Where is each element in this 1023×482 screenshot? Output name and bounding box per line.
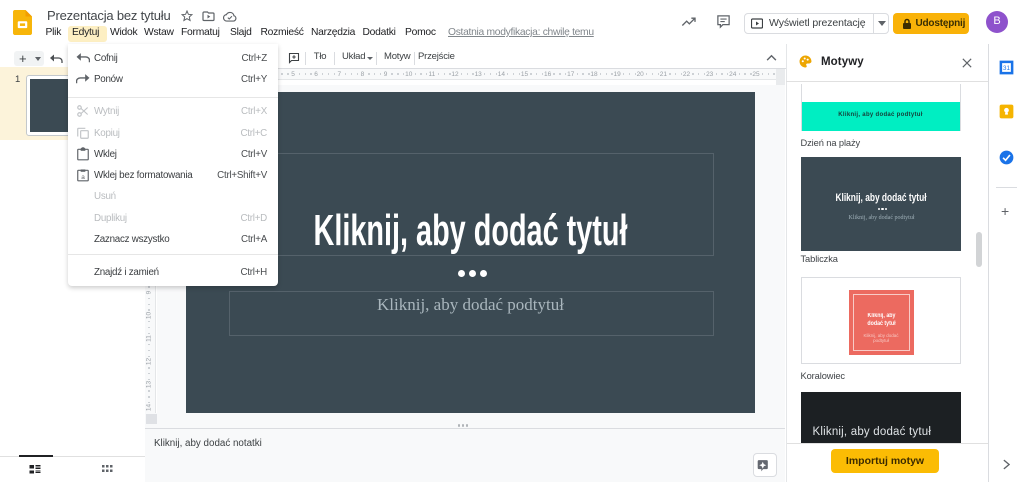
svg-text:31: 31 <box>1003 65 1010 72</box>
svg-text:a: a <box>81 174 85 181</box>
